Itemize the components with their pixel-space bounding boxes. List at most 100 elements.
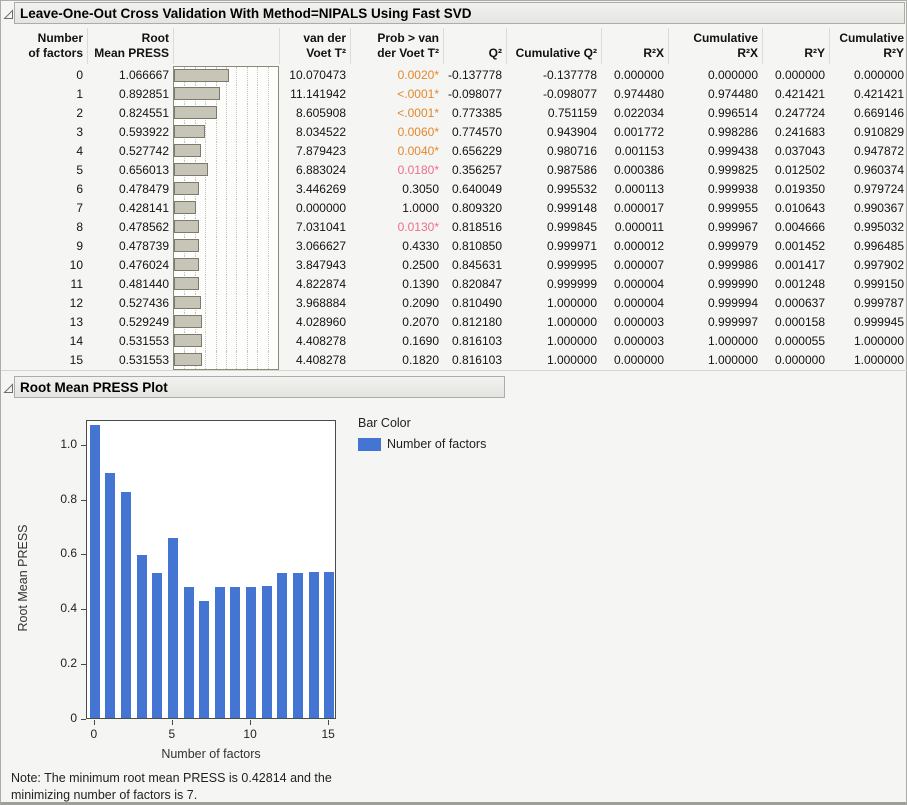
table-row[interactable]: 90.4787393.0666270.43300.8108500.9999710… — [1, 237, 907, 256]
bar-gridline — [205, 123, 206, 142]
cell-cum-q2: 0.995532 — [506, 180, 601, 199]
bar-gridline — [268, 123, 269, 142]
cell-cum-r2y: 0.421421 — [829, 85, 907, 104]
cell-cum-r2x: 0.999938 — [668, 180, 762, 199]
y-tick-label: 0.2 — [37, 656, 77, 670]
cell-r2x: 0.000386 — [601, 161, 668, 180]
table-row[interactable]: 30.5939228.0345220.0060*0.7745700.943904… — [1, 123, 907, 142]
press-bar[interactable] — [137, 555, 147, 718]
section-header-press-plot[interactable]: Root Mean PRESS Plot — [14, 376, 505, 398]
plot-legend: Bar Color Number of factors — [358, 416, 486, 451]
press-bar[interactable] — [262, 586, 272, 718]
cell-prob: 0.1820 — [350, 351, 443, 370]
rmpress-mini-bar[interactable] — [174, 334, 202, 347]
rmpress-mini-bar[interactable] — [174, 182, 199, 195]
column-header: Prob > van der Voet T² — [350, 28, 443, 64]
rmpress-mini-bar[interactable] — [174, 144, 201, 157]
cell-voet-t2: 4.408278 — [279, 351, 350, 370]
press-bar[interactable] — [199, 601, 209, 718]
cell-r2y: 0.000158 — [762, 313, 829, 332]
press-bar[interactable] — [309, 572, 319, 718]
rmpress-mini-bar[interactable] — [174, 239, 199, 252]
press-bar[interactable] — [277, 573, 287, 718]
bar-gridline — [247, 237, 248, 256]
bar-gridline — [226, 161, 227, 180]
bar-gridline — [268, 294, 269, 313]
cell-rmpress: 0.529249 — [87, 313, 173, 332]
table-row[interactable]: 130.5292494.0289600.20700.8121801.000000… — [1, 313, 907, 332]
cell-prob: 0.0130* — [350, 218, 443, 237]
rmpress-mini-bar[interactable] — [174, 277, 199, 290]
press-bar[interactable] — [184, 587, 194, 718]
press-bar[interactable] — [230, 587, 240, 718]
rmpress-mini-bar[interactable] — [174, 106, 217, 119]
rmpress-mini-bar[interactable] — [174, 315, 202, 328]
rmpress-mini-bar[interactable] — [174, 258, 199, 271]
press-bar[interactable] — [324, 572, 334, 718]
rmpress-mini-bar[interactable] — [174, 87, 220, 100]
press-bar[interactable] — [121, 492, 131, 718]
table-row[interactable]: 120.5274363.9688840.20900.8104901.000000… — [1, 294, 907, 313]
cell-r2y: 0.001452 — [762, 237, 829, 256]
cell-voet-t2: 0.000000 — [279, 199, 350, 218]
disclosure-triangle-icon[interactable] — [3, 381, 14, 392]
rmpress-mini-bar[interactable] — [174, 353, 202, 366]
rmpress-mini-bar[interactable] — [174, 296, 201, 309]
cell-cum-r2y: 0.995032 — [829, 218, 907, 237]
cell-cum-q2: 0.999148 — [506, 199, 601, 218]
table-row[interactable]: 70.4281410.0000001.00000.8093200.9991480… — [1, 199, 907, 218]
table-row[interactable]: 10.89285111.141942<.0001*-0.098077-0.098… — [1, 85, 907, 104]
bar-gridline — [247, 85, 248, 104]
table-row[interactable]: 140.5315534.4082780.16900.8161031.000000… — [1, 332, 907, 351]
column-header: Number of factors — [1, 28, 87, 64]
press-bar[interactable] — [215, 587, 225, 718]
press-bar[interactable] — [168, 538, 178, 718]
bar-gridline — [247, 67, 248, 85]
cell-cum-r2x: 0.999979 — [668, 237, 762, 256]
bar-gridline — [226, 351, 227, 369]
bar-gridline — [236, 67, 237, 85]
table-row[interactable]: 01.06666710.0704730.0020*-0.137778-0.137… — [1, 66, 907, 85]
cell-r2y: 0.019350 — [762, 180, 829, 199]
rmpress-mini-bar[interactable] — [174, 163, 208, 176]
table-row[interactable]: 80.4785627.0310410.0130*0.8185160.999845… — [1, 218, 907, 237]
section-header-cross-validation[interactable]: Leave-One-Out Cross Validation With Meth… — [14, 2, 905, 24]
cell-q2: 0.773385 — [443, 104, 506, 123]
bar-gridline — [247, 180, 248, 199]
bar-gridline — [236, 85, 237, 104]
press-bar[interactable] — [105, 473, 115, 718]
rmpress-mini-bar[interactable] — [174, 201, 196, 214]
legend-entry[interactable]: Number of factors — [358, 437, 486, 451]
cell-r2x: 0.000004 — [601, 275, 668, 294]
bar-gridline — [268, 313, 269, 332]
table-row[interactable]: 100.4760243.8479430.25000.8456310.999995… — [1, 256, 907, 275]
rmpress-mini-bar[interactable] — [174, 69, 229, 82]
legend-color-swatch[interactable] — [358, 438, 381, 451]
bar-gridline — [257, 161, 258, 180]
table-row[interactable]: 50.6560136.8830240.0180*0.3562570.987586… — [1, 161, 907, 180]
bar-gridline — [268, 256, 269, 275]
cell-voet-t2: 8.034522 — [279, 123, 350, 142]
press-bar[interactable] — [293, 573, 303, 718]
bar-gridline — [236, 313, 237, 332]
table-row[interactable]: 20.8245518.605908<.0001*0.7733850.751159… — [1, 104, 907, 123]
rmpress-mini-bar[interactable] — [174, 125, 205, 138]
cell-cum-q2: 1.000000 — [506, 351, 601, 370]
table-row[interactable]: 110.4814404.8228740.13900.8208470.999999… — [1, 275, 907, 294]
press-bar[interactable] — [90, 425, 100, 718]
cell-rmpress: 0.656013 — [87, 161, 173, 180]
table-row[interactable]: 40.5277427.8794230.0040*0.6562290.980716… — [1, 142, 907, 161]
bar-gridline — [268, 199, 269, 218]
table-row[interactable]: 60.4784793.4462690.30500.6400490.9955320… — [1, 180, 907, 199]
disclosure-triangle-icon[interactable] — [3, 7, 14, 18]
y-tick-label: 0.6 — [37, 546, 77, 560]
cell-q2: 0.810850 — [443, 237, 506, 256]
cell-factors: 9 — [1, 237, 87, 256]
bar-gridline — [216, 313, 217, 332]
rmpress-mini-bar[interactable] — [174, 220, 199, 233]
cell-r2y: 0.004666 — [762, 218, 829, 237]
press-bar[interactable] — [152, 573, 162, 718]
press-bar[interactable] — [246, 587, 256, 718]
table-row[interactable]: 150.5315534.4082780.18200.8161031.000000… — [1, 351, 907, 370]
cell-cum-q2: 0.987586 — [506, 161, 601, 180]
